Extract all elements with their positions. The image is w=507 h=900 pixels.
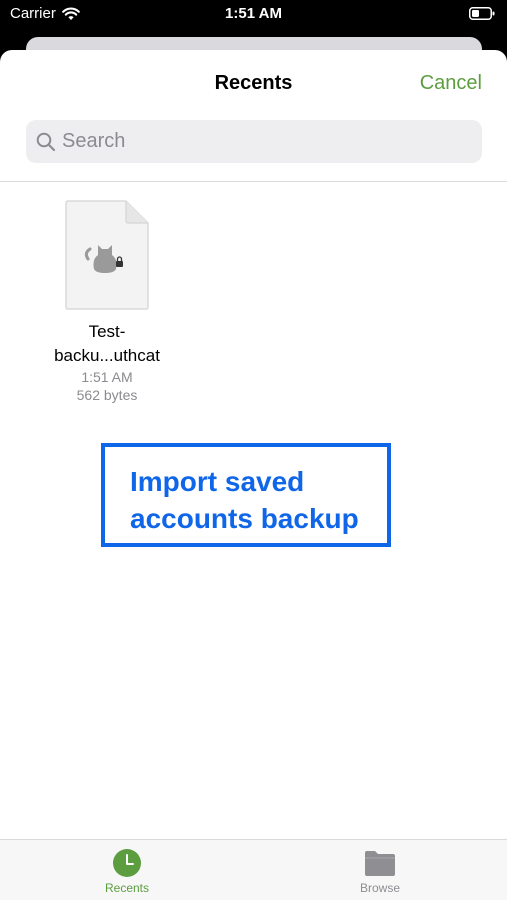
file-name: Test- backu...uthcat [36,320,178,368]
file-item[interactable]: Test- backu...uthcat 1:51 AM 562 bytes [36,199,178,404]
document-picker-sheet: Recents Cancel Test- backu...uthcat 1:51… [0,50,507,900]
clock-icon [113,849,141,877]
search-input[interactable] [62,130,442,153]
tab-browse[interactable]: Browse [320,848,440,895]
file-time: 1:51 AM [81,369,133,385]
status-time: 1:51 AM [225,5,282,22]
file-size: 562 bytes [76,387,138,403]
search-icon [36,132,56,151]
tab-bar: Recents Browse [0,839,507,900]
status-bar: Carrier 1:51 AM [0,0,507,30]
callout-line-2: accounts backup [130,503,359,534]
import-callout-box: Import saved accounts backup [101,443,391,547]
battery-icon [469,7,495,20]
cancel-button[interactable]: Cancel [420,72,482,95]
callout-line-1: Import saved [130,466,305,497]
file-name-line-1: Test- [88,322,126,341]
tab-recents[interactable]: Recents [67,848,187,895]
tab-recents-label: Recents [104,881,150,895]
tab-browse-label: Browse [359,881,400,895]
folder-icon [365,851,395,876]
search-bar[interactable] [26,120,482,163]
header-divider [0,181,507,182]
file-name-line-2: backu...uthcat [54,346,160,365]
document-icon [65,200,149,310]
